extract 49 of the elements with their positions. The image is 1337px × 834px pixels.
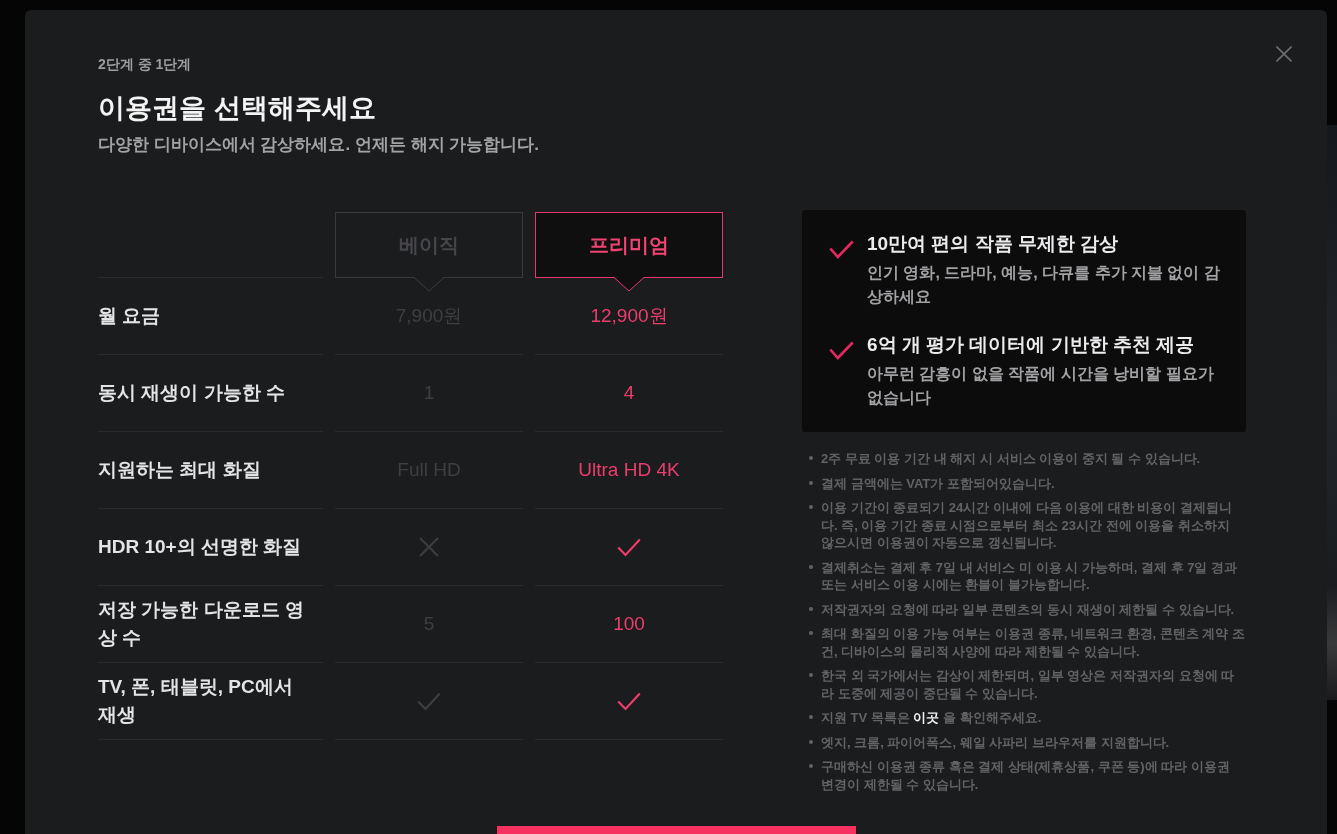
check-icon bbox=[417, 691, 441, 711]
bullet-icon bbox=[809, 631, 813, 635]
plan-value: 100 bbox=[613, 612, 645, 636]
bullet-icon bbox=[809, 564, 813, 569]
check-icon bbox=[617, 691, 641, 711]
bullet-icon bbox=[809, 673, 813, 677]
plan-value: 4 bbox=[623, 381, 635, 405]
benefit-description: 인기 영화, 드라마, 예능, 다큐를 추가 지불 없이 감상하세요 bbox=[867, 263, 1221, 307]
caret-icon bbox=[614, 277, 644, 292]
bullet-icon bbox=[809, 739, 813, 744]
note-text: 결제취소는 결제 후 7일 내 서비스 미 이용 시 가능하며, 결제 후 7일 경과 또는 서비스 이용 시에는 환불이 불가능합니다. bbox=[821, 558, 1239, 594]
feature-label: 저장 가능한 다운로드 영상 수 bbox=[98, 598, 305, 650]
check-icon bbox=[829, 341, 854, 360]
step-indicator: 2단계 중 1단계 bbox=[98, 55, 193, 74]
note-text: 이용 기간이 종료되기 24시간 이내에 다음 이용에 대한 비용이 결제됩니다. 즉, 이용 기간 종료 시점으로부터 최소 23시간 전에 이용을 취소하지 않으시면 이용권이 자동으로 갱신됩니다. bbox=[821, 499, 1233, 552]
dialog-subtitle: 다양한 디바이스에서 감상하세요. 언제든 해지 가능합니다. bbox=[98, 134, 541, 156]
note-text: 결제 금액에는 VAT가 포함되어있습니다. bbox=[821, 474, 1056, 492]
bullet-icon bbox=[809, 456, 813, 460]
note-text: 최대 화질의 이용 가능 여부는 이용권 종류, 네트워크 환경, 콘텐츠 계약 조건, 디바이스의 물리적 사양에 따라 제한될 수 있습니다. bbox=[821, 625, 1246, 660]
dialog-title: 이용권을 선택해주세요 bbox=[98, 92, 377, 125]
note-text: 지원 TV 목록은 이곳 을 확인해주세요. bbox=[821, 709, 1043, 727]
bullet-icon bbox=[809, 606, 813, 611]
note-text: 저작권자의 요청에 따라 일부 콘텐츠의 동시 재생이 제한될 수 있습니다. bbox=[821, 600, 1236, 618]
note-text: 구매하신 이용권 종류 혹은 결제 상태(제휴상품, 쿠폰 등)에 따라 이용권 변경이 제한될 수 있습니다. bbox=[821, 758, 1231, 793]
note-text: 엣지, 크롬, 파이어폭스, 웨일 사파리 브라우저를 지원합니다. bbox=[821, 733, 1171, 751]
check-icon bbox=[617, 537, 641, 557]
caret-icon bbox=[414, 277, 444, 292]
close-icon bbox=[1276, 46, 1292, 62]
plan-value: 12,900원 bbox=[590, 304, 668, 328]
close-button[interactable] bbox=[1276, 46, 1292, 62]
feature-label: 지원하는 최대 화질 bbox=[98, 458, 261, 482]
feature-label: HDR 10+의 선명한 화질 bbox=[98, 535, 302, 559]
feature-label: 월 요금 bbox=[98, 304, 161, 328]
bullet-icon bbox=[809, 505, 813, 509]
check-icon bbox=[829, 240, 854, 259]
benefit-title: 6억 개 평가 데이터에 기반한 추천 제공 bbox=[867, 333, 1196, 357]
bullet-icon bbox=[809, 715, 813, 719]
bullet-icon bbox=[809, 480, 813, 485]
plan-tab[interactable]: 프리미엄 bbox=[535, 212, 723, 278]
note-text: 한국 외 국가에서는 감상이 제한되며, 일부 영상은 저작권자의 요청에 따라 도중에 제공이 중단될 수 있습니다. bbox=[821, 667, 1236, 702]
cross-icon bbox=[419, 537, 439, 557]
benefit-title: 10만여 편의 작품 무제한 감상 bbox=[867, 232, 1120, 256]
feature-label: TV, 폰, 태블릿, PC에서 재생 bbox=[98, 675, 294, 727]
bullet-icon bbox=[809, 764, 813, 768]
plan-value: Ultra HD 4K bbox=[578, 458, 680, 482]
tv-list-link[interactable]: 이곳 bbox=[913, 710, 940, 725]
feature-label: 동시 재생이 가능한 수 bbox=[98, 381, 285, 405]
note-text: 2주 무료 이용 기간 내 해지 시 서비스 이용이 중지 될 수 있습니다. bbox=[821, 450, 1202, 468]
benefit-description: 아무런 감흥이 없을 작품에 시간을 낭비할 필요가 없습니다 bbox=[867, 364, 1215, 408]
